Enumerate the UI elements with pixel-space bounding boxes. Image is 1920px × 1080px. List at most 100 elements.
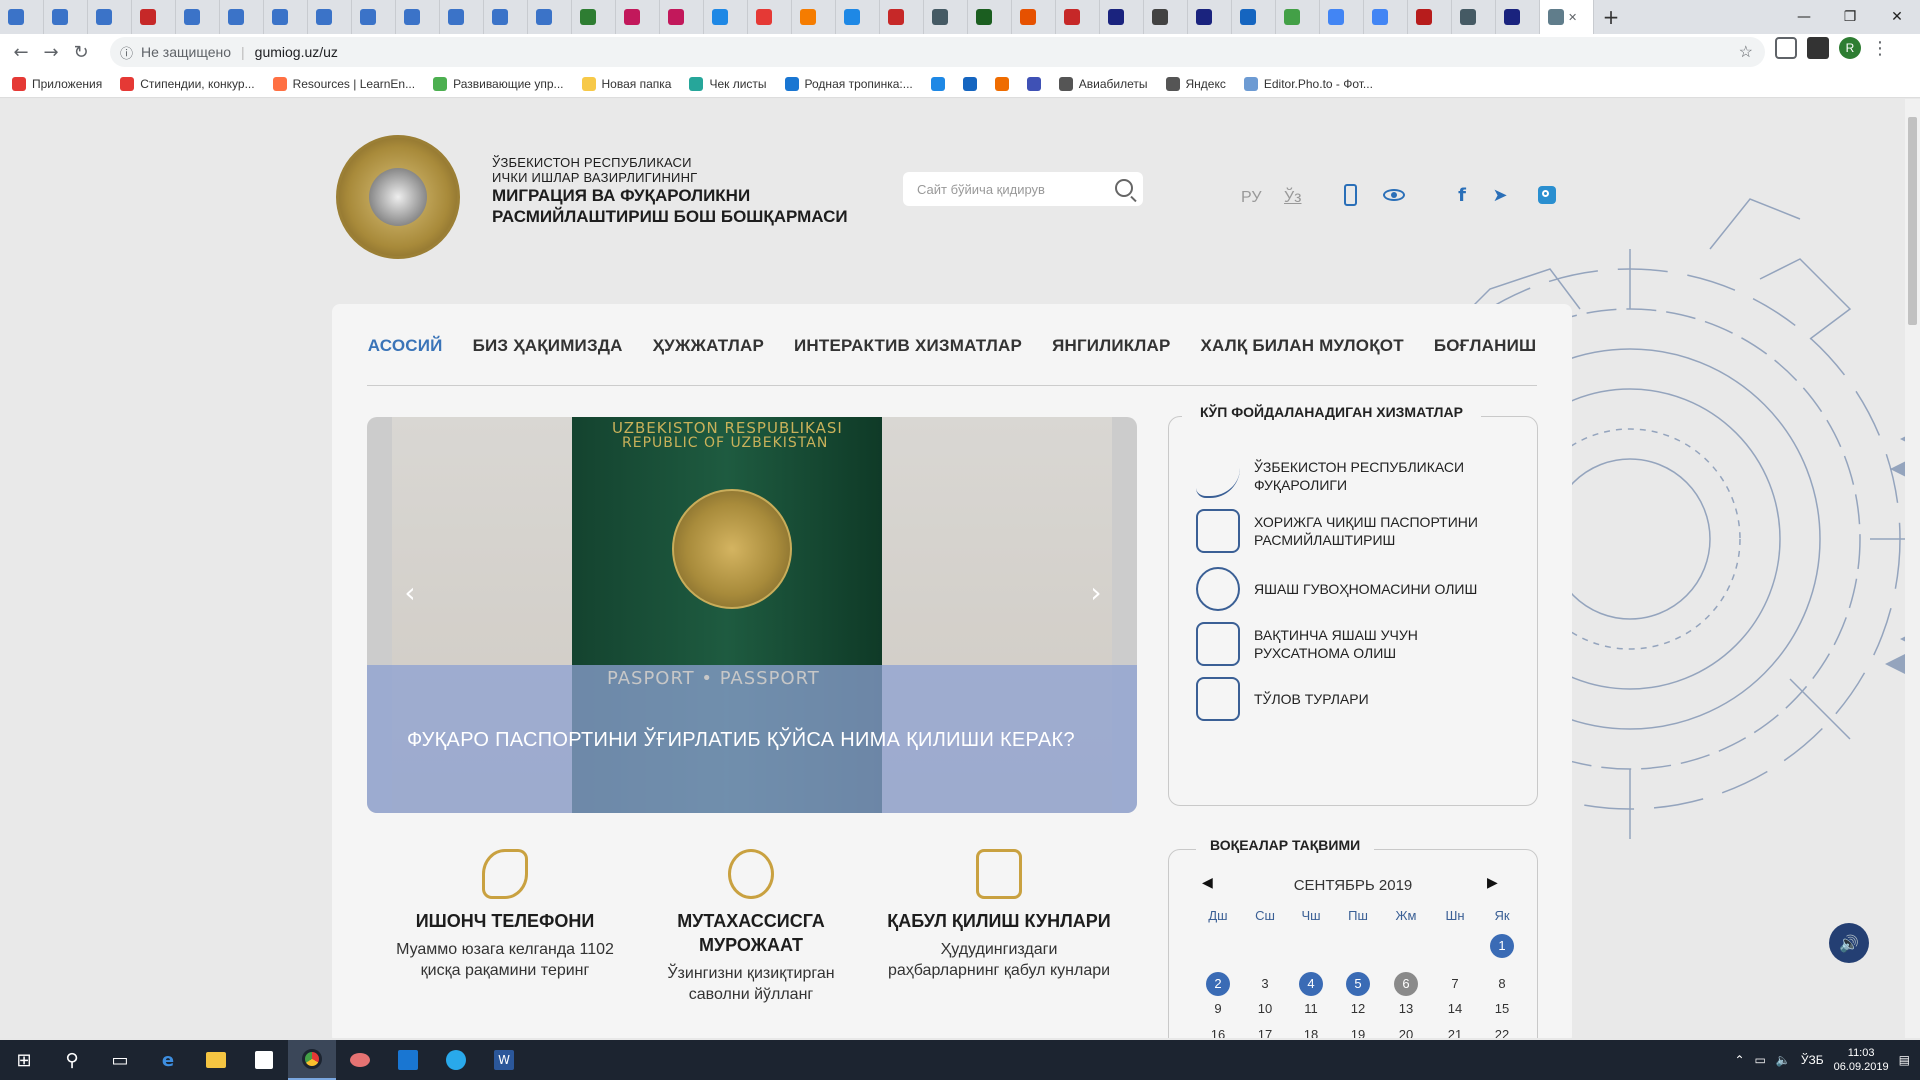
browser-tab[interactable] (176, 0, 220, 34)
tray-arrow-icon[interactable]: ⌃ (1734, 1053, 1744, 1067)
calendar-day[interactable]: 13 (1394, 997, 1418, 1021)
calendar-day[interactable]: 4 (1299, 972, 1323, 996)
service-item[interactable]: ЎЗБЕКИСТОН РЕСПУБЛИКАСИ ФУҚАРОЛИГИ (1196, 454, 1494, 498)
feature-specialist[interactable]: МУТАХАССИСГА МУРОЖААТ Ўзингизни қизиқтир… (626, 849, 876, 1005)
bookmark-item[interactable]: Resources | LearnEn... (272, 76, 415, 91)
browser-tab[interactable] (528, 0, 572, 34)
browser-tab[interactable]: ✕ (1540, 0, 1594, 34)
browser-tab[interactable] (748, 0, 792, 34)
search-icon[interactable] (1115, 179, 1133, 197)
browser-tab[interactable] (1232, 0, 1276, 34)
bookmark-item[interactable] (930, 76, 945, 91)
calendar-day[interactable]: 11 (1299, 997, 1323, 1021)
maximize-button[interactable]: ❐ (1827, 0, 1873, 34)
browser-tab[interactable] (1496, 0, 1540, 34)
speaker-icon[interactable]: 🔊 (1829, 923, 1869, 963)
nav-item-about[interactable]: БИЗ ҲАҚИМИЗДА (473, 328, 623, 368)
facebook-icon[interactable]: f (1450, 183, 1474, 207)
screenshot-icon[interactable] (1775, 37, 1797, 59)
windows-start-icon[interactable]: ⊞ (0, 1040, 48, 1080)
lang-uz[interactable]: Ўз (1284, 189, 1302, 207)
browser-tab[interactable] (1452, 0, 1496, 34)
star-icon[interactable]: ☆ (1739, 42, 1753, 62)
input-language[interactable]: ЎЗБ (1801, 1053, 1824, 1067)
scrollbar-thumb[interactable] (1908, 117, 1917, 325)
browser-tab[interactable] (1056, 0, 1100, 34)
app-icon[interactable] (336, 1040, 384, 1080)
nav-item-interactive-services[interactable]: ИНТЕРАКТИВ ХИЗМАТЛАР (794, 328, 1022, 368)
browser-tab[interactable] (220, 0, 264, 34)
browser-tab[interactable] (1100, 0, 1144, 34)
browser-tab[interactable] (792, 0, 836, 34)
address-bar[interactable]: ⓘ Не защищено | gumiog.uz/uz ☆ (110, 37, 1765, 67)
network-icon[interactable]: ▭ (1755, 1053, 1766, 1067)
browser-tab[interactable] (440, 0, 484, 34)
browser-tab[interactable] (572, 0, 616, 34)
service-item[interactable]: ХОРИЖГА ЧИҚИШ ПАСПОРТИНИ РАСМИЙЛАШТИРИШ (1196, 509, 1494, 553)
nav-item-news[interactable]: ЯНГИЛИКЛАР (1052, 328, 1170, 368)
nav-item-home[interactable]: АСОСИЙ (368, 328, 443, 368)
browser-tab[interactable] (1364, 0, 1408, 34)
page-scrollbar[interactable] (1905, 99, 1920, 1038)
eye-icon[interactable] (1382, 183, 1406, 207)
forward-button[interactable]: → (36, 37, 66, 67)
slider-prev-arrow-icon[interactable]: ‹ (395, 576, 425, 609)
bookmark-item[interactable]: Стипендии, конкур... (120, 76, 255, 91)
bookmark-item[interactable]: Новая папка (581, 76, 671, 91)
browser-tab[interactable] (352, 0, 396, 34)
minimize-button[interactable]: — (1781, 0, 1827, 34)
calendar-day[interactable]: 6 (1394, 972, 1418, 996)
instagram-icon[interactable] (1535, 183, 1559, 207)
bookmark-item[interactable] (994, 76, 1009, 91)
browser-tab[interactable] (1144, 0, 1188, 34)
reload-button[interactable]: ↻ (66, 37, 96, 67)
service-item[interactable]: ЯШАШ ГУВОҲНОМАСИНИ ОЛИШ (1196, 567, 1494, 611)
task-view-icon[interactable]: ▭ (96, 1040, 144, 1080)
calendar-day[interactable]: 8 (1490, 972, 1514, 996)
feature-hotline[interactable]: ИШОНЧ ТЕЛЕФОНИ Муаммо юзага келганда 110… (380, 849, 630, 981)
nav-item-public-dialogue[interactable]: ХАЛҚ БИЛАН МУЛОҚОТ (1200, 328, 1403, 368)
clock[interactable]: 11:03 06.09.2019 (1834, 1046, 1889, 1074)
browser-tab[interactable] (132, 0, 176, 34)
service-item[interactable]: ТЎЛОВ ТУРЛАРИ (1196, 677, 1494, 721)
mobile-icon[interactable] (1338, 183, 1362, 207)
calendar-day[interactable]: 9 (1206, 997, 1230, 1021)
telegram-icon[interactable]: ➤ (1488, 183, 1512, 207)
bookmark-item[interactable]: Авиабилеты (1058, 76, 1148, 91)
calendar-day[interactable]: 1 (1490, 934, 1514, 958)
ministry-logo[interactable] (336, 135, 460, 259)
calendar-day[interactable]: 3 (1253, 972, 1277, 996)
nav-item-documents[interactable]: ҲУЖЖАТЛАР (653, 328, 764, 368)
browser-tab[interactable] (1408, 0, 1452, 34)
calendar-day[interactable]: 14 (1443, 997, 1467, 1021)
browser-tab[interactable] (1188, 0, 1232, 34)
browser-tab[interactable] (704, 0, 748, 34)
back-button[interactable]: ← (6, 37, 36, 67)
search-input[interactable]: Сайт бўйича қидирув (917, 182, 1045, 197)
close-window-button[interactable]: ✕ (1874, 0, 1920, 34)
bookmark-item[interactable] (1026, 76, 1041, 91)
word-icon[interactable]: W (480, 1040, 528, 1080)
browser-tab[interactable] (308, 0, 352, 34)
browser-tab[interactable] (264, 0, 308, 34)
browser-tab[interactable] (396, 0, 440, 34)
lang-ru[interactable]: РУ (1241, 189, 1261, 207)
calendar-day[interactable]: 10 (1253, 997, 1277, 1021)
profile-avatar[interactable]: R (1839, 37, 1861, 59)
calendar-day[interactable]: 15 (1490, 997, 1514, 1021)
browser-tab[interactable] (1320, 0, 1364, 34)
bookmark-item[interactable]: Приложения (12, 76, 102, 91)
browser-tab[interactable] (836, 0, 880, 34)
notifications-icon[interactable]: ▤ (1899, 1053, 1910, 1067)
calendar-day[interactable]: 2 (1206, 972, 1230, 996)
chrome-icon[interactable] (288, 1040, 336, 1080)
nav-item-contact[interactable]: БОҒЛАНИШ (1434, 328, 1536, 368)
bookmark-item[interactable] (962, 76, 977, 91)
slider-next-arrow-icon[interactable]: › (1081, 576, 1111, 609)
browser-tab[interactable] (1012, 0, 1056, 34)
volume-icon[interactable]: 🔈 (1776, 1053, 1791, 1067)
bookmark-item[interactable]: Editor.Pho.to - Фот... (1243, 76, 1373, 91)
browser-tab[interactable] (88, 0, 132, 34)
browser-tab[interactable] (616, 0, 660, 34)
bookmark-item[interactable]: Яндекс (1165, 76, 1226, 91)
